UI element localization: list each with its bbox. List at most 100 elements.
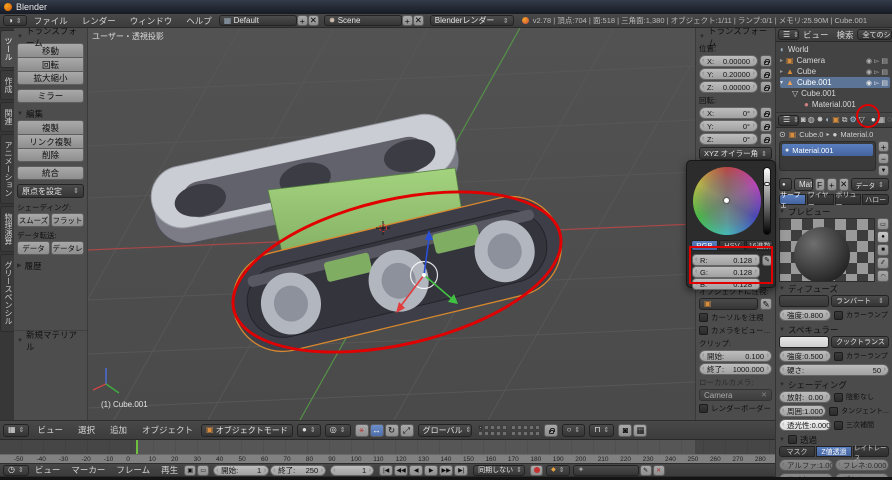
lock-icon[interactable] (760, 120, 772, 132)
value-slider[interactable] (763, 167, 771, 235)
lock-time-button[interactable]: ▭ (197, 465, 209, 476)
shadeless-checkbox[interactable] (834, 393, 843, 402)
sync-dropdown[interactable]: 同期しない⇕ (473, 465, 525, 476)
lock-icon[interactable] (760, 107, 772, 119)
scene-delete-button[interactable]: ✕ (413, 15, 424, 26)
transparency-checkbox[interactable] (788, 435, 797, 444)
layer-cell[interactable] (478, 425, 483, 430)
window-titlebar[interactable]: Blender (0, 0, 892, 14)
scene-tab-icon[interactable]: ✸ (817, 116, 824, 124)
preview-cube-button[interactable]: ■ (877, 244, 889, 256)
tab-tools[interactable]: ツール (0, 30, 14, 68)
location-z-field[interactable]: Z:0.00000 (699, 81, 758, 93)
rotation-z-field[interactable]: Z:0° (699, 133, 758, 145)
ambient-field[interactable]: 周囲:1.000 (779, 405, 826, 417)
blue-field[interactable]: B:0.128 (692, 278, 760, 290)
diffuse-panel-header[interactable]: ▼ディフューズ (776, 282, 892, 295)
lock-object-field[interactable]: ▣ (699, 298, 758, 310)
preview-sphere-button[interactable]: ● (877, 231, 889, 243)
outliner-row-cube001-data[interactable]: ▽Cube.001 (780, 88, 890, 99)
layer-cell[interactable] (523, 425, 528, 430)
layer-cell[interactable] (529, 425, 534, 430)
lock-layers-button[interactable] (544, 424, 558, 437)
tab-grease-pencil[interactable]: グリースペンシル (0, 254, 14, 332)
alpha-slider[interactable]: アルファ:1.000 (779, 459, 833, 471)
play-button[interactable]: ▶ (424, 465, 438, 476)
outliner-filter-dropdown[interactable]: 全てのシーン⇕ (857, 29, 892, 40)
shading-panel-header[interactable]: ▼シェーディング (776, 378, 892, 391)
tangent-shading-checkbox[interactable] (829, 407, 838, 416)
outliner-editor-selector[interactable]: ☰⇕ (778, 29, 799, 40)
specular-hardness-field[interactable]: 硬さ:50 (779, 364, 889, 376)
data-tab-icon[interactable]: ▽ (859, 116, 865, 124)
timeline-menu-frame[interactable]: フレーム (111, 464, 155, 476)
layer-cell[interactable] (535, 425, 540, 430)
viewport-3d[interactable]: ユーザー・透視投影 (1) Cube.001 (88, 28, 695, 420)
lock-cursor-checkbox[interactable] (699, 313, 708, 322)
tab-animation[interactable]: アニメーション (0, 134, 14, 204)
rotate-manipulator-button[interactable]: ↻ (385, 424, 399, 437)
location-x-field[interactable]: X:0.00000 (699, 55, 758, 67)
diffuse-ramp-checkbox[interactable] (834, 311, 843, 320)
timeline-ruler[interactable]: -50-40-30-20-100102030405060708090100110… (0, 454, 775, 463)
outliner-menu-view[interactable]: ビュー (799, 29, 833, 41)
translate-manipulator-button[interactable]: ↔ (370, 424, 384, 437)
jump-next-keyframe-button[interactable]: ▶▶ (439, 465, 453, 476)
data-transfer-button[interactable]: データ (17, 241, 50, 255)
preview-panel-header[interactable]: ▼プレビュー (776, 205, 892, 218)
timeline-menu-playback[interactable]: 再生 (156, 464, 183, 476)
texture-tab-icon[interactable]: ▦ (878, 116, 886, 124)
shade-flat-button[interactable]: フラット (51, 213, 84, 227)
play-reverse-button[interactable]: ◀ (409, 465, 423, 476)
rotation-mode-dropdown[interactable]: XYZ オイラー角⇕ (699, 147, 772, 160)
color-wheel[interactable] (693, 167, 761, 235)
world-tab-icon[interactable]: ◐ (825, 116, 830, 124)
renderability-icon[interactable]: ▤ (881, 57, 888, 65)
transform-panel-header[interactable]: ▼トランスフォーム (17, 30, 84, 43)
material-slot-row[interactable]: ●Material.001 (782, 144, 873, 156)
eyedropper-button[interactable]: ✎ (762, 255, 772, 266)
layer-cell[interactable] (490, 431, 495, 436)
diffuse-intensity-slider[interactable]: 強度:0.800 (779, 309, 831, 321)
jump-to-start-button[interactable]: |◀ (379, 465, 393, 476)
timeline-track[interactable] (0, 440, 775, 454)
render-tab-icon[interactable]: ◙ (801, 116, 806, 124)
layer-cell[interactable] (517, 425, 522, 430)
opengl-render-button[interactable]: ◙ (618, 424, 632, 437)
info-editor-selector[interactable]: ◑⇕ (3, 15, 27, 26)
proportional-edit-dropdown[interactable]: ○⇕ (562, 424, 586, 437)
scale-manipulator-button[interactable]: ⤢ (400, 424, 414, 437)
selectability-icon[interactable]: ▻ (874, 57, 879, 65)
visibility-icon[interactable]: ◉ (866, 68, 872, 76)
keying-set-dropdown[interactable]: ◆⇕ (546, 465, 570, 476)
scene-add-button[interactable]: + (402, 15, 413, 26)
render-engine-selector[interactable]: Blenderレンダー⇕ (430, 15, 514, 26)
visibility-icon[interactable]: ◉ (866, 79, 872, 87)
duplicate-button[interactable]: 複製 (17, 120, 84, 134)
start-frame-field[interactable]: 開始:1 (213, 465, 269, 476)
menu-render[interactable]: レンダー (75, 15, 123, 27)
current-frame-marker[interactable] (136, 440, 138, 454)
type-tab-volume[interactable]: ボリュー (835, 194, 862, 205)
type-tab-surface[interactable]: サーフェ (779, 194, 806, 205)
record-button[interactable] (530, 465, 543, 476)
camera-to-view-checkbox[interactable] (699, 326, 708, 335)
location-y-field[interactable]: Y:0.20000 (699, 68, 758, 80)
view-menu[interactable]: ビュー (30, 424, 70, 436)
physics-tab-icon[interactable]: ◌ (887, 116, 892, 124)
type-tab-wire[interactable]: ワイヤー (807, 194, 834, 205)
layer-cell[interactable] (535, 431, 540, 436)
translucency-field[interactable]: 透光性:0.000 (779, 419, 831, 431)
operator-redo-panel-header[interactable]: ▼新規マテリアル (17, 334, 84, 347)
duplicate-linked-button[interactable]: リンク複製 (17, 134, 84, 148)
data-layout-transfer-button[interactable]: データレ (51, 241, 84, 255)
green-field[interactable]: G:0.128 (692, 266, 760, 278)
use-preview-range-button[interactable]: ▣ (184, 465, 196, 476)
snap-dropdown[interactable]: ⊓⇕ (589, 424, 614, 437)
renderability-icon[interactable]: ▤ (881, 79, 888, 87)
transparency-tab-mask[interactable]: マスク (779, 446, 815, 457)
jump-prev-keyframe-button[interactable]: ◀◀ (394, 465, 408, 476)
layer-cell[interactable] (502, 425, 507, 430)
scene-selector[interactable]: ✸ Scene (324, 15, 402, 26)
delete-keyframe-button[interactable]: ✕ (653, 465, 665, 476)
